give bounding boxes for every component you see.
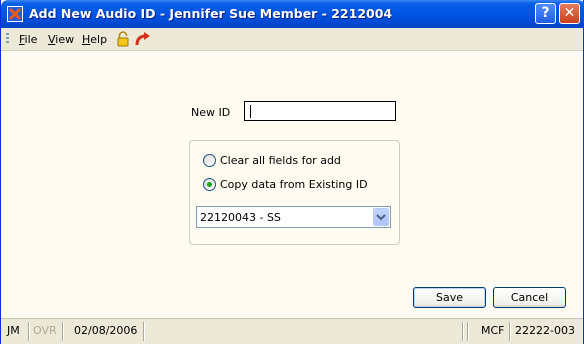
menu-file-label: ile bbox=[24, 33, 38, 46]
menu-help-label: elp bbox=[90, 33, 108, 46]
status-account: 22222-003 bbox=[515, 324, 575, 337]
text-caret bbox=[250, 105, 251, 118]
new-id-input[interactable] bbox=[244, 101, 396, 121]
status-code: MCF bbox=[481, 324, 505, 337]
title-bar[interactable]: Add New Audio ID - Jennifer Sue Member -… bbox=[1, 0, 584, 28]
dialog-window: Add New Audio ID - Jennifer Sue Member -… bbox=[0, 0, 584, 344]
status-user: JM bbox=[7, 324, 20, 337]
status-date: 02/08/2006 bbox=[74, 324, 138, 337]
lock-icon[interactable] bbox=[116, 31, 130, 47]
radio-selected-dot bbox=[207, 182, 212, 187]
clear-fields-label[interactable]: Clear all fields for add bbox=[220, 154, 341, 167]
menu-bar: File View Help bbox=[1, 28, 583, 51]
cancel-button[interactable]: Cancel bbox=[493, 287, 566, 308]
status-divider bbox=[28, 322, 30, 341]
status-divider bbox=[509, 322, 511, 341]
status-bar: JM OVR 02/08/2006 MCF 22222-003 bbox=[1, 318, 583, 344]
save-button[interactable]: Save bbox=[413, 287, 486, 308]
dropdown-button[interactable] bbox=[373, 208, 389, 226]
status-ovr: OVR bbox=[33, 324, 57, 337]
status-divider bbox=[462, 322, 464, 341]
redo-arrow-icon[interactable] bbox=[135, 31, 151, 47]
app-icon bbox=[7, 6, 23, 22]
status-divider bbox=[467, 322, 469, 341]
clear-fields-radio[interactable] bbox=[203, 154, 216, 167]
close-button[interactable]: ✕ bbox=[559, 3, 580, 24]
help-button[interactable]: ? bbox=[535, 3, 556, 24]
copy-existing-label[interactable]: Copy data from Existing ID bbox=[220, 178, 368, 191]
existing-id-value: 22120043 - SS bbox=[200, 211, 281, 224]
new-id-label: New ID bbox=[191, 106, 231, 119]
status-divider bbox=[62, 322, 64, 341]
chevron-down-icon bbox=[376, 214, 386, 221]
menu-file[interactable]: File bbox=[19, 33, 37, 46]
copy-existing-radio[interactable] bbox=[203, 178, 216, 191]
menu-help[interactable]: Help bbox=[82, 33, 107, 46]
toolbar-grip-icon[interactable] bbox=[6, 33, 9, 45]
window-title: Add New Audio ID - Jennifer Sue Member -… bbox=[29, 6, 393, 21]
existing-id-dropdown[interactable]: 22120043 - SS bbox=[196, 206, 391, 228]
menu-view[interactable]: View bbox=[48, 33, 74, 46]
status-divider bbox=[143, 322, 145, 341]
menu-view-label: iew bbox=[55, 33, 75, 46]
